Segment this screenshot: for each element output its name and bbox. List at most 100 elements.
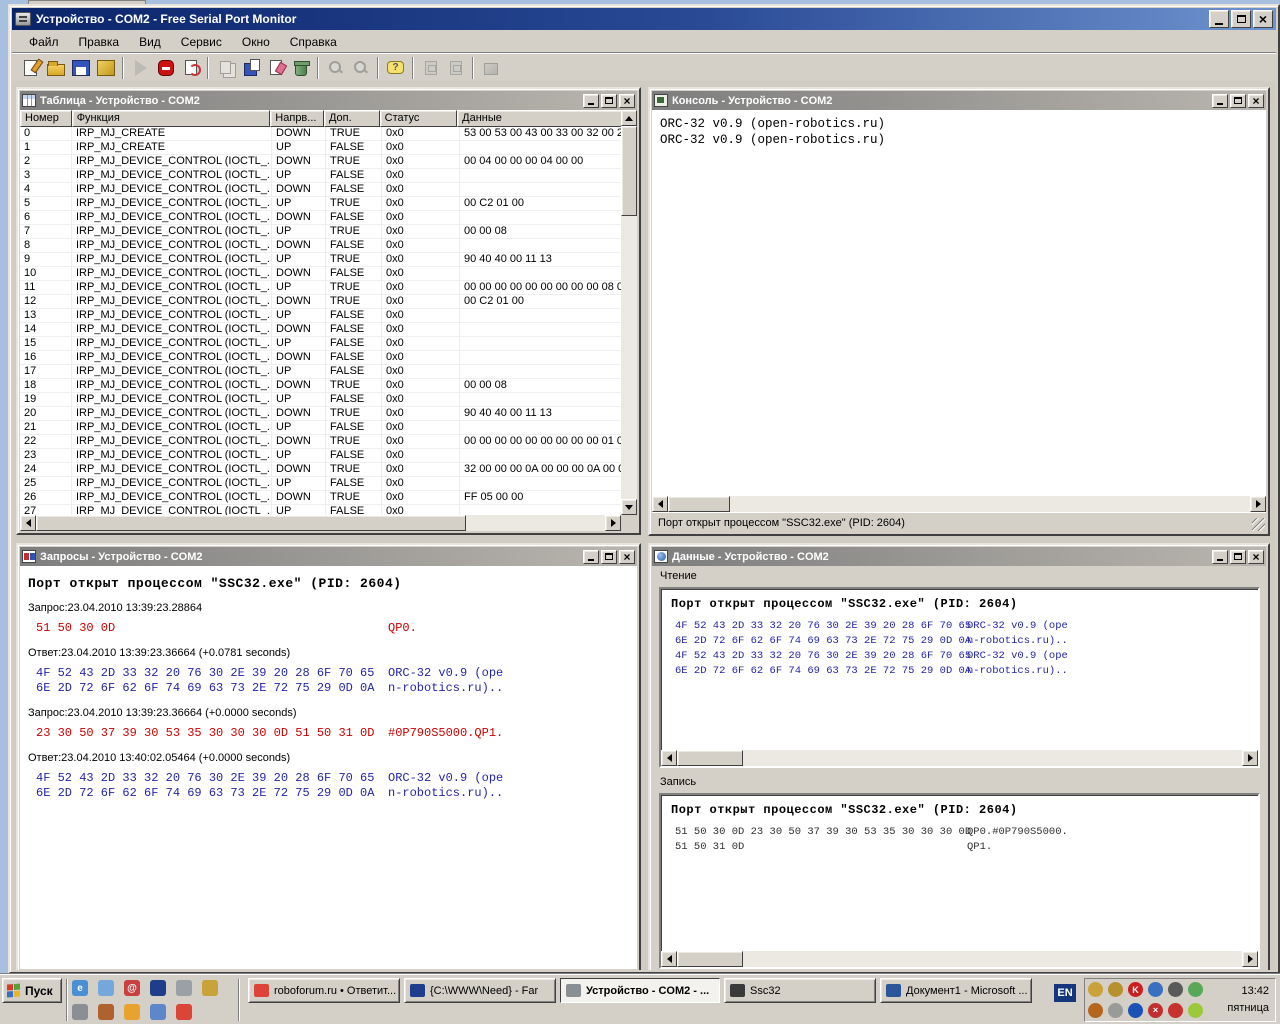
cd-burner-icon[interactable] — [150, 1004, 166, 1020]
start-button[interactable]: Пуск — [2, 978, 62, 1003]
table-row[interactable]: 17IRP_MJ_DEVICE_CONTROL (IOCTL_...UPFALS… — [20, 365, 621, 379]
minimize-button[interactable] — [1212, 550, 1228, 564]
erase-button[interactable] — [263, 56, 288, 80]
media-player-icon[interactable] — [72, 1004, 88, 1020]
scroll-thumb[interactable] — [668, 496, 730, 512]
new-button[interactable] — [18, 56, 43, 80]
scroll-thumb[interactable] — [621, 126, 637, 216]
utility-icon[interactable] — [176, 980, 192, 996]
stop-button[interactable] — [153, 56, 178, 80]
table-row[interactable]: 0IRP_MJ_CREATEDOWNTRUE0x053 00 53 00 43 … — [20, 127, 621, 141]
column-header[interactable]: Функция — [72, 110, 271, 127]
switch-app-icon[interactable] — [1168, 1003, 1183, 1018]
table-row[interactable]: 23IRP_MJ_DEVICE_CONTROL (IOCTL_...UPFALS… — [20, 449, 621, 463]
scroll-right-button[interactable] — [1242, 750, 1258, 766]
antivirus-icon[interactable] — [1188, 982, 1203, 997]
console-window-titlebar[interactable]: Консоль - Устройство - COM2 — [652, 91, 1266, 110]
delete-button[interactable] — [288, 56, 313, 80]
copy-button[interactable] — [213, 56, 238, 80]
table-row[interactable]: 19IRP_MJ_DEVICE_CONTROL (IOCTL_...UPFALS… — [20, 393, 621, 407]
menu-item[interactable]: Файл — [20, 33, 68, 51]
maximize-button[interactable] — [601, 550, 617, 564]
table-row[interactable]: 8IRP_MJ_DEVICE_CONTROL (IOCTL_...DOWNFAL… — [20, 239, 621, 253]
table-row[interactable]: 2IRP_MJ_DEVICE_CONTROL (IOCTL_...DOWNTRU… — [20, 155, 621, 169]
title-bar[interactable]: Устройство - COM2 - Free Serial Port Mon… — [12, 8, 1276, 30]
menu-item[interactable]: Окно — [233, 33, 279, 51]
column-header[interactable]: Статус — [380, 110, 458, 127]
table-row[interactable]: 14IRP_MJ_DEVICE_CONTROL (IOCTL_...DOWNFA… — [20, 323, 621, 337]
security-alert-icon[interactable]: × — [1148, 1003, 1163, 1018]
table-row[interactable]: 11IRP_MJ_DEVICE_CONTROL (IOCTL_...UPTRUE… — [20, 281, 621, 295]
close-button[interactable] — [619, 94, 635, 108]
table-row[interactable]: 9IRP_MJ_DEVICE_CONTROL (IOCTL_...UPTRUE0… — [20, 253, 621, 267]
audio-device-icon[interactable] — [1168, 982, 1183, 997]
column-header[interactable]: Напрв... — [270, 110, 324, 127]
minimize-button[interactable] — [1209, 10, 1229, 28]
key-icon[interactable] — [1108, 982, 1123, 997]
resize-grip[interactable] — [1252, 518, 1265, 531]
table-row[interactable]: 1IRP_MJ_CREATEUPFALSE0x0 — [20, 141, 621, 155]
memory-card-icon[interactable] — [1188, 1003, 1203, 1018]
clear-button[interactable] — [178, 56, 203, 80]
table-row[interactable]: 4IRP_MJ_DEVICE_CONTROL (IOCTL_...DOWNFAL… — [20, 183, 621, 197]
maximize-button[interactable] — [601, 94, 617, 108]
column-header[interactable]: Номер — [20, 110, 72, 127]
chrome-icon[interactable] — [176, 1004, 192, 1020]
photo-viewer-icon[interactable] — [98, 1004, 114, 1020]
table-row[interactable]: 13IRP_MJ_DEVICE_CONTROL (IOCTL_...UPFALS… — [20, 309, 621, 323]
menu-item[interactable]: Правка — [70, 33, 129, 51]
save-button[interactable] — [68, 56, 93, 80]
package-button[interactable] — [478, 56, 503, 80]
close-button[interactable] — [619, 550, 635, 564]
scroll-left-button[interactable] — [661, 750, 677, 766]
menu-item[interactable]: Сервис — [172, 33, 231, 51]
maximize-button[interactable] — [1230, 550, 1246, 564]
cd-emulator-icon[interactable] — [1088, 982, 1103, 997]
data-window-titlebar[interactable]: Данные - Устройство - COM2 — [652, 547, 1266, 566]
table-row[interactable]: 18IRP_MJ_DEVICE_CONTROL (IOCTL_...DOWNTR… — [20, 379, 621, 393]
taskbar-button[interactable]: {C:\WWW\Need} - Far — [404, 978, 556, 1003]
table-row[interactable]: 24IRP_MJ_DEVICE_CONTROL (IOCTL_...DOWNTR… — [20, 463, 621, 477]
scheduler-icon[interactable] — [124, 1004, 140, 1020]
export-button[interactable] — [93, 56, 118, 80]
table-row[interactable]: 16IRP_MJ_DEVICE_CONTROL (IOCTL_...DOWNFA… — [20, 351, 621, 365]
network-icon[interactable] — [1148, 982, 1163, 997]
close-button[interactable] — [1248, 550, 1264, 564]
find-in-doc-button[interactable] — [348, 56, 373, 80]
close-button[interactable] — [1253, 10, 1273, 28]
minimize-button[interactable] — [583, 550, 599, 564]
table-row[interactable]: 5IRP_MJ_DEVICE_CONTROL (IOCTL_...UPTRUE0… — [20, 197, 621, 211]
table-row[interactable]: 25IRP_MJ_DEVICE_CONTROL (IOCTL_...UPFALS… — [20, 477, 621, 491]
save-as-button[interactable] — [238, 56, 263, 80]
briefcase-icon[interactable] — [202, 980, 218, 996]
column-header[interactable]: Доп. — [324, 110, 380, 127]
taskbar-button[interactable]: roboforum.ru • Ответит... — [248, 978, 400, 1003]
column-header[interactable]: Данные — [457, 110, 621, 127]
taskbar-button[interactable]: Документ1 - Microsoft ... — [880, 978, 1032, 1003]
minimize-button[interactable] — [583, 94, 599, 108]
taskbar-button[interactable]: Ssc32 — [724, 978, 876, 1003]
scroll-thumb[interactable] — [36, 515, 466, 531]
find-button[interactable] — [323, 56, 348, 80]
scroll-left-button[interactable] — [661, 951, 677, 967]
table-row[interactable]: 15IRP_MJ_DEVICE_CONTROL (IOCTL_...UPFALS… — [20, 337, 621, 351]
table-window-titlebar[interactable]: Таблица - Устройство - COM2 — [20, 91, 637, 110]
scroll-thumb[interactable] — [677, 951, 743, 967]
table-row[interactable]: 6IRP_MJ_DEVICE_CONTROL (IOCTL_...DOWNFAL… — [20, 211, 621, 225]
scroll-right-button[interactable] — [1242, 951, 1258, 967]
scroll-down-button[interactable] — [621, 499, 637, 515]
mail-icon[interactable]: @ — [124, 980, 140, 996]
scroll-right-button[interactable] — [1250, 496, 1266, 512]
table-row[interactable]: 22IRP_MJ_DEVICE_CONTROL (IOCTL_...DOWNTR… — [20, 435, 621, 449]
internet-explorer-icon[interactable]: e — [72, 980, 88, 996]
far-manager-icon[interactable] — [150, 980, 166, 996]
sync-icon[interactable] — [1108, 1003, 1123, 1018]
table-row[interactable]: 7IRP_MJ_DEVICE_CONTROL (IOCTL_...UPTRUE0… — [20, 225, 621, 239]
open-button[interactable] — [43, 56, 68, 80]
messenger-icon[interactable] — [98, 980, 114, 996]
table-row[interactable]: 21IRP_MJ_DEVICE_CONTROL (IOCTL_...UPFALS… — [20, 421, 621, 435]
menu-item[interactable]: Справка — [281, 33, 346, 51]
close-button[interactable] — [1248, 94, 1264, 108]
table-row[interactable]: 26IRP_MJ_DEVICE_CONTROL (IOCTL_...DOWNTR… — [20, 491, 621, 505]
table-row[interactable]: 3IRP_MJ_DEVICE_CONTROL (IOCTL_...UPFALSE… — [20, 169, 621, 183]
